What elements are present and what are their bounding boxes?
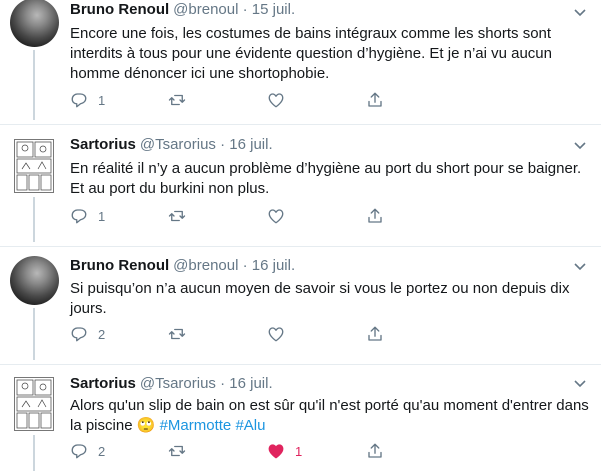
tweet-text: Alors qu'un slip de bain on est sûr qu'i… <box>70 396 590 436</box>
tweet-header: Sartorius @Tsarorius · 16 juil. <box>70 136 273 154</box>
reply-button[interactable]: 1 <box>70 207 105 225</box>
tweet-text: Encore une fois, les costumes de bains i… <box>70 25 552 82</box>
like-button[interactable]: 1 <box>267 442 302 460</box>
share-icon <box>368 92 382 107</box>
separator: · <box>242 1 248 18</box>
retweet-button[interactable] <box>168 442 186 460</box>
separator: · <box>220 136 226 153</box>
like-button[interactable] <box>267 325 285 343</box>
share-button[interactable] <box>366 207 384 225</box>
tweet-text: En réalité il n’y a aucun problème d’hyg… <box>70 160 582 197</box>
like-icon <box>268 327 284 342</box>
like-count: 1 <box>295 443 303 459</box>
caret-down-icon[interactable] <box>573 8 587 18</box>
tweet-date[interactable]: 16 juil. <box>229 375 272 392</box>
author-handle[interactable]: @brenoul <box>173 1 238 18</box>
tweet-date[interactable]: 16 juil. <box>229 136 272 153</box>
author-name[interactable]: Bruno Renoul <box>70 1 169 18</box>
rolling-eyes-emoji: 🙄 <box>136 417 156 434</box>
tweet-header: Bruno Renoul @brenoul · 15 juil. <box>70 1 295 19</box>
separator: · <box>242 257 248 274</box>
avatar[interactable] <box>14 139 54 193</box>
tweet-header: Sartorius @Tsarorius · 16 juil. <box>70 375 273 393</box>
tweet-date[interactable]: 15 juil. <box>252 1 295 18</box>
share-icon <box>368 443 382 458</box>
retweet-icon <box>168 445 186 457</box>
thread-line <box>33 435 35 471</box>
reply-icon <box>71 327 87 342</box>
avatar[interactable] <box>14 377 54 431</box>
retweet-icon <box>168 210 186 222</box>
share-icon <box>368 326 382 341</box>
reply-count: 1 <box>98 208 106 224</box>
tweet-date[interactable]: 16 juil. <box>252 257 295 274</box>
tweet[interactable]: Sartorius @Tsarorius · 16 juil. En réalit… <box>0 125 601 246</box>
tweet-text: Si puisqu’on n’a aucun moyen de savoir s… <box>70 280 570 317</box>
thread-line <box>33 50 35 120</box>
retweet-button[interactable] <box>168 325 186 343</box>
reply-icon <box>71 209 87 224</box>
like-button[interactable] <box>267 91 285 109</box>
retweet-icon <box>168 328 186 340</box>
author-name[interactable]: Sartorius <box>70 375 136 392</box>
like-icon <box>268 444 284 459</box>
like-button[interactable] <box>267 207 285 225</box>
share-button[interactable] <box>366 325 384 343</box>
reply-icon <box>71 444 87 459</box>
avatar[interactable] <box>10 256 59 305</box>
tweet[interactable]: Sartorius @Tsarorius · 16 juil. Alors qu'… <box>0 365 601 471</box>
reply-button[interactable]: 2 <box>70 442 105 460</box>
reply-icon <box>71 93 87 108</box>
caret-down-icon[interactable] <box>573 141 587 151</box>
reply-count: 2 <box>98 443 106 459</box>
caret-down-icon[interactable] <box>573 379 587 389</box>
reply-count: 1 <box>98 92 106 108</box>
author-handle[interactable]: @brenoul <box>173 257 238 274</box>
reply-button[interactable]: 2 <box>70 325 105 343</box>
hashtag-link[interactable]: #Alu <box>235 417 265 434</box>
author-name[interactable]: Sartorius <box>70 136 136 153</box>
thread-line <box>33 308 35 360</box>
reply-count: 2 <box>98 326 106 342</box>
author-name[interactable]: Bruno Renoul <box>70 257 169 274</box>
like-icon <box>268 93 284 108</box>
retweet-button[interactable] <box>168 207 186 225</box>
tweet[interactable]: Bruno Renoul @brenoul · 15 juil. Encore u… <box>0 0 601 124</box>
tweet-header: Bruno Renoul @brenoul · 16 juil. <box>70 257 295 275</box>
thread-line <box>33 197 35 242</box>
share-button[interactable] <box>366 91 384 109</box>
retweet-button[interactable] <box>168 91 186 109</box>
author-handle[interactable]: @Tsarorius <box>140 375 216 392</box>
separator: · <box>220 375 226 392</box>
like-icon <box>268 209 284 224</box>
hashtag-link[interactable]: #Marmotte <box>160 417 232 434</box>
caret-down-icon[interactable] <box>573 262 587 272</box>
author-handle[interactable]: @Tsarorius <box>140 136 216 153</box>
tweet[interactable]: Bruno Renoul @brenoul · 16 juil. Si puisq… <box>0 247 601 364</box>
share-button[interactable] <box>366 442 384 460</box>
retweet-icon <box>168 94 186 106</box>
avatar[interactable] <box>10 0 59 47</box>
share-icon <box>368 208 382 223</box>
reply-button[interactable]: 1 <box>70 91 105 109</box>
